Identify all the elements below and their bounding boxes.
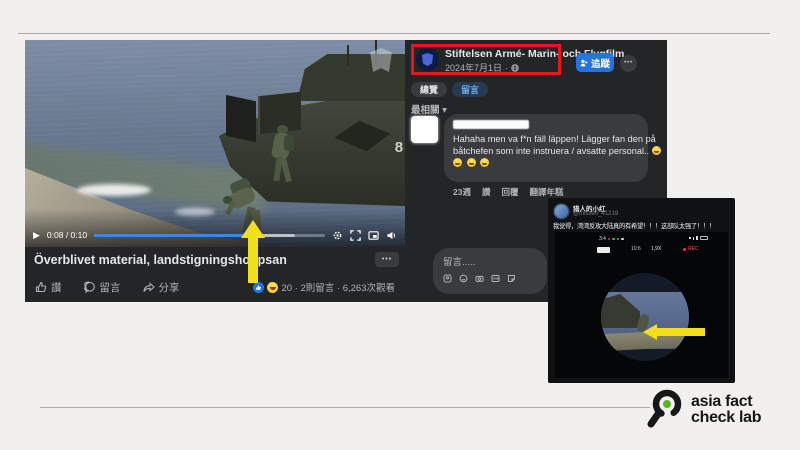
camera-overlay-row2: 10:6 1,9X REC	[555, 246, 728, 254]
red-dot-icon	[608, 238, 611, 241]
share-button[interactable]: 分享	[143, 280, 180, 295]
follow-label: 追蹤	[591, 56, 610, 70]
frame-bottom-rule	[40, 407, 650, 408]
gif-icon[interactable]	[491, 274, 500, 283]
magnifier-logo-icon	[646, 388, 686, 432]
blurred-commenter-avatar	[411, 116, 438, 143]
hull-number: 8	[395, 139, 403, 156]
green-dot-icon	[617, 238, 620, 241]
haha-reaction-icon	[267, 282, 278, 293]
volume-icon[interactable]	[386, 230, 397, 241]
repost-screenshot: 猎人的小红 @missen_41219 我觉得，湾湾反攻大陆真的有希望！！！这部…	[548, 198, 735, 383]
signal-bar-icon	[696, 236, 698, 240]
camera-ratio: 3:4	[599, 236, 624, 242]
brand-line2: check lab	[691, 410, 761, 427]
camera-rec-indicator: REC	[683, 246, 699, 252]
camera-overlay-row1: 3:4	[555, 236, 728, 243]
comment-meta-row: 23週 讚 回覆 翻譯年糕	[453, 186, 564, 198]
share-arrow-icon	[143, 281, 155, 293]
like-label: 讚	[51, 280, 62, 295]
fact-check-highlight-box	[411, 44, 561, 75]
post-action-bar: 讚 留言 分享 20 · 2則留言 · 6,263次觀看	[25, 272, 405, 302]
thumbs-up-icon	[35, 281, 47, 293]
comment-button[interactable]: 留言	[84, 280, 121, 295]
rec-dot-icon	[683, 248, 686, 251]
signal-bar-icon	[689, 237, 691, 239]
camera-chip-icon	[597, 247, 610, 253]
sticker-icon[interactable]	[507, 274, 516, 283]
comment-sort-dropdown[interactable]: 最相關 ▾	[411, 102, 447, 116]
follow-person-icon	[580, 59, 588, 67]
white-dot-icon	[621, 238, 624, 241]
settings-gear-icon[interactable]	[332, 230, 343, 241]
video-title-bar: Överblivet material, landstigningshoppsa…	[25, 247, 405, 272]
tab-overview[interactable]: 總覽	[411, 82, 447, 97]
soldier-on-ramp	[267, 125, 297, 187]
green-dot-icon	[612, 238, 615, 241]
boat-ramp-panel	[226, 95, 256, 142]
like-reaction-icon	[253, 282, 264, 293]
wave-foam	[77, 184, 151, 196]
comment-age: 23週	[453, 186, 471, 198]
progress-fill	[94, 234, 260, 237]
composer-icon-row	[443, 274, 537, 283]
video-player[interactable]: 8 ▶ 0:08 / 0:10	[25, 40, 405, 247]
circular-video-crop	[601, 273, 689, 361]
header-more-button[interactable]: •••	[620, 55, 637, 72]
comment-translate-link[interactable]: 翻譯年糕	[530, 186, 564, 198]
comment-emoji-row	[453, 157, 639, 169]
comment-composer[interactable]: 留言.....	[433, 248, 547, 294]
repost-post-text: 我觉得，湾湾反攻大陆真的有希望！！！这部队太强了！！！	[553, 221, 732, 230]
post-stats[interactable]: 20 · 2則留言 · 6,263次觀看	[253, 280, 395, 294]
sweat-smile-emoji-icon	[467, 158, 476, 167]
repost-user-avatar	[554, 204, 569, 219]
video-time: 0:08 / 0:10	[47, 230, 87, 240]
repost-video: 3:4 10:6 1,9X REC	[555, 232, 728, 378]
asia-fact-check-lab-logo: asia fact check lab	[646, 386, 798, 434]
stats-text: 20 · 2則留言 · 6,263次觀看	[281, 280, 395, 294]
composer-placeholder: 留言.....	[443, 254, 537, 268]
brand-wordmark: asia fact check lab	[691, 394, 761, 427]
tab-comments[interactable]: 留言	[452, 82, 488, 97]
rofl-emoji-icon	[480, 158, 489, 167]
comment-text-line2: båtchefen som inte instruera / avsatte p…	[453, 145, 639, 157]
like-button[interactable]: 讚	[35, 280, 62, 295]
brand-line1: asia fact	[691, 394, 761, 411]
comment-bubble-icon	[84, 281, 96, 293]
comment-label: 留言	[100, 280, 121, 295]
repost-boat	[601, 294, 640, 328]
arrow-head	[643, 324, 657, 340]
boat-mast	[347, 45, 349, 66]
signal-bar-icon	[693, 237, 695, 240]
comment-like-link[interactable]: 讚	[482, 186, 491, 198]
repost-scene-photo	[601, 292, 689, 349]
comment-bubble: Hahaha men va f*n fäll läppen! Lägger fa…	[444, 114, 648, 182]
video-title: Överblivet material, landstigningshoppsa…	[34, 253, 287, 267]
camera-zoom-level: 1,9X	[651, 246, 661, 252]
progress-bar[interactable]	[94, 234, 325, 237]
arrow-shaft	[656, 328, 705, 336]
rofl-emoji-icon	[453, 158, 462, 167]
play-icon[interactable]: ▶	[33, 231, 40, 240]
picture-in-picture-icon[interactable]	[368, 230, 379, 241]
blurred-commenter-name	[453, 120, 529, 129]
camera-time: 10:6	[631, 246, 641, 252]
share-label: 分享	[159, 280, 180, 295]
video-more-button[interactable]: •••	[375, 252, 399, 267]
avatar-sticker-icon[interactable]	[443, 274, 452, 283]
comment-text-line1: Hahaha men va f*n fäll läppen! Lägger fa…	[453, 133, 639, 145]
battery-icon	[700, 236, 708, 240]
sweat-smile-emoji-icon	[652, 146, 661, 155]
frame-top-rule	[18, 33, 770, 34]
emoji-icon[interactable]	[459, 274, 468, 283]
follow-button[interactable]: 追蹤	[576, 53, 614, 72]
fullscreen-icon[interactable]	[350, 230, 361, 241]
camera-icon[interactable]	[475, 274, 484, 283]
comment-reply-link[interactable]: 回覆	[501, 186, 518, 198]
signal-battery-icons	[689, 236, 708, 240]
repost-user-handle: @missen_41219	[573, 211, 618, 217]
player-controls: ▶ 0:08 / 0:10	[33, 228, 397, 242]
